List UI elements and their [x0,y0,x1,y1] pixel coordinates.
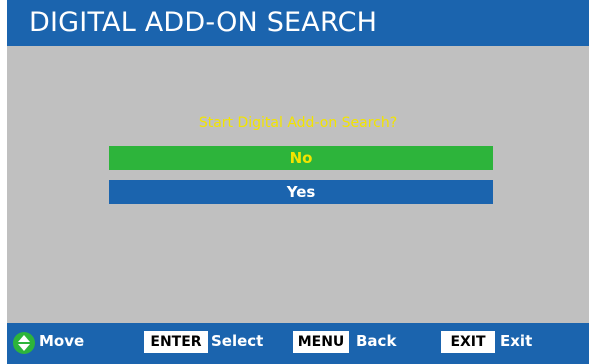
up-down-arrows-icon [13,332,35,354]
enter-key-badge[interactable]: ENTER [144,331,208,353]
key-help-bar: Move ENTER Select MENU Back EXIT Exit [7,323,589,364]
select-label: Select [211,332,264,350]
page-title: DIGITAL ADD-ON SEARCH [29,7,378,38]
tv-menu-screen: DIGITAL ADD-ON SEARCH Start Digital Add-… [7,0,589,364]
search-prompt: Start Digital Add-on Search? [198,115,398,131]
menu-key-badge[interactable]: MENU [293,331,349,353]
move-label: Move [39,332,85,350]
option-yes-button[interactable]: Yes [109,180,493,204]
exit-label: Exit [500,332,533,350]
exit-key-badge[interactable]: EXIT [441,331,495,353]
option-no-button[interactable]: No [109,146,493,170]
back-label: Back [356,332,397,350]
title-bar: DIGITAL ADD-ON SEARCH [7,0,589,46]
